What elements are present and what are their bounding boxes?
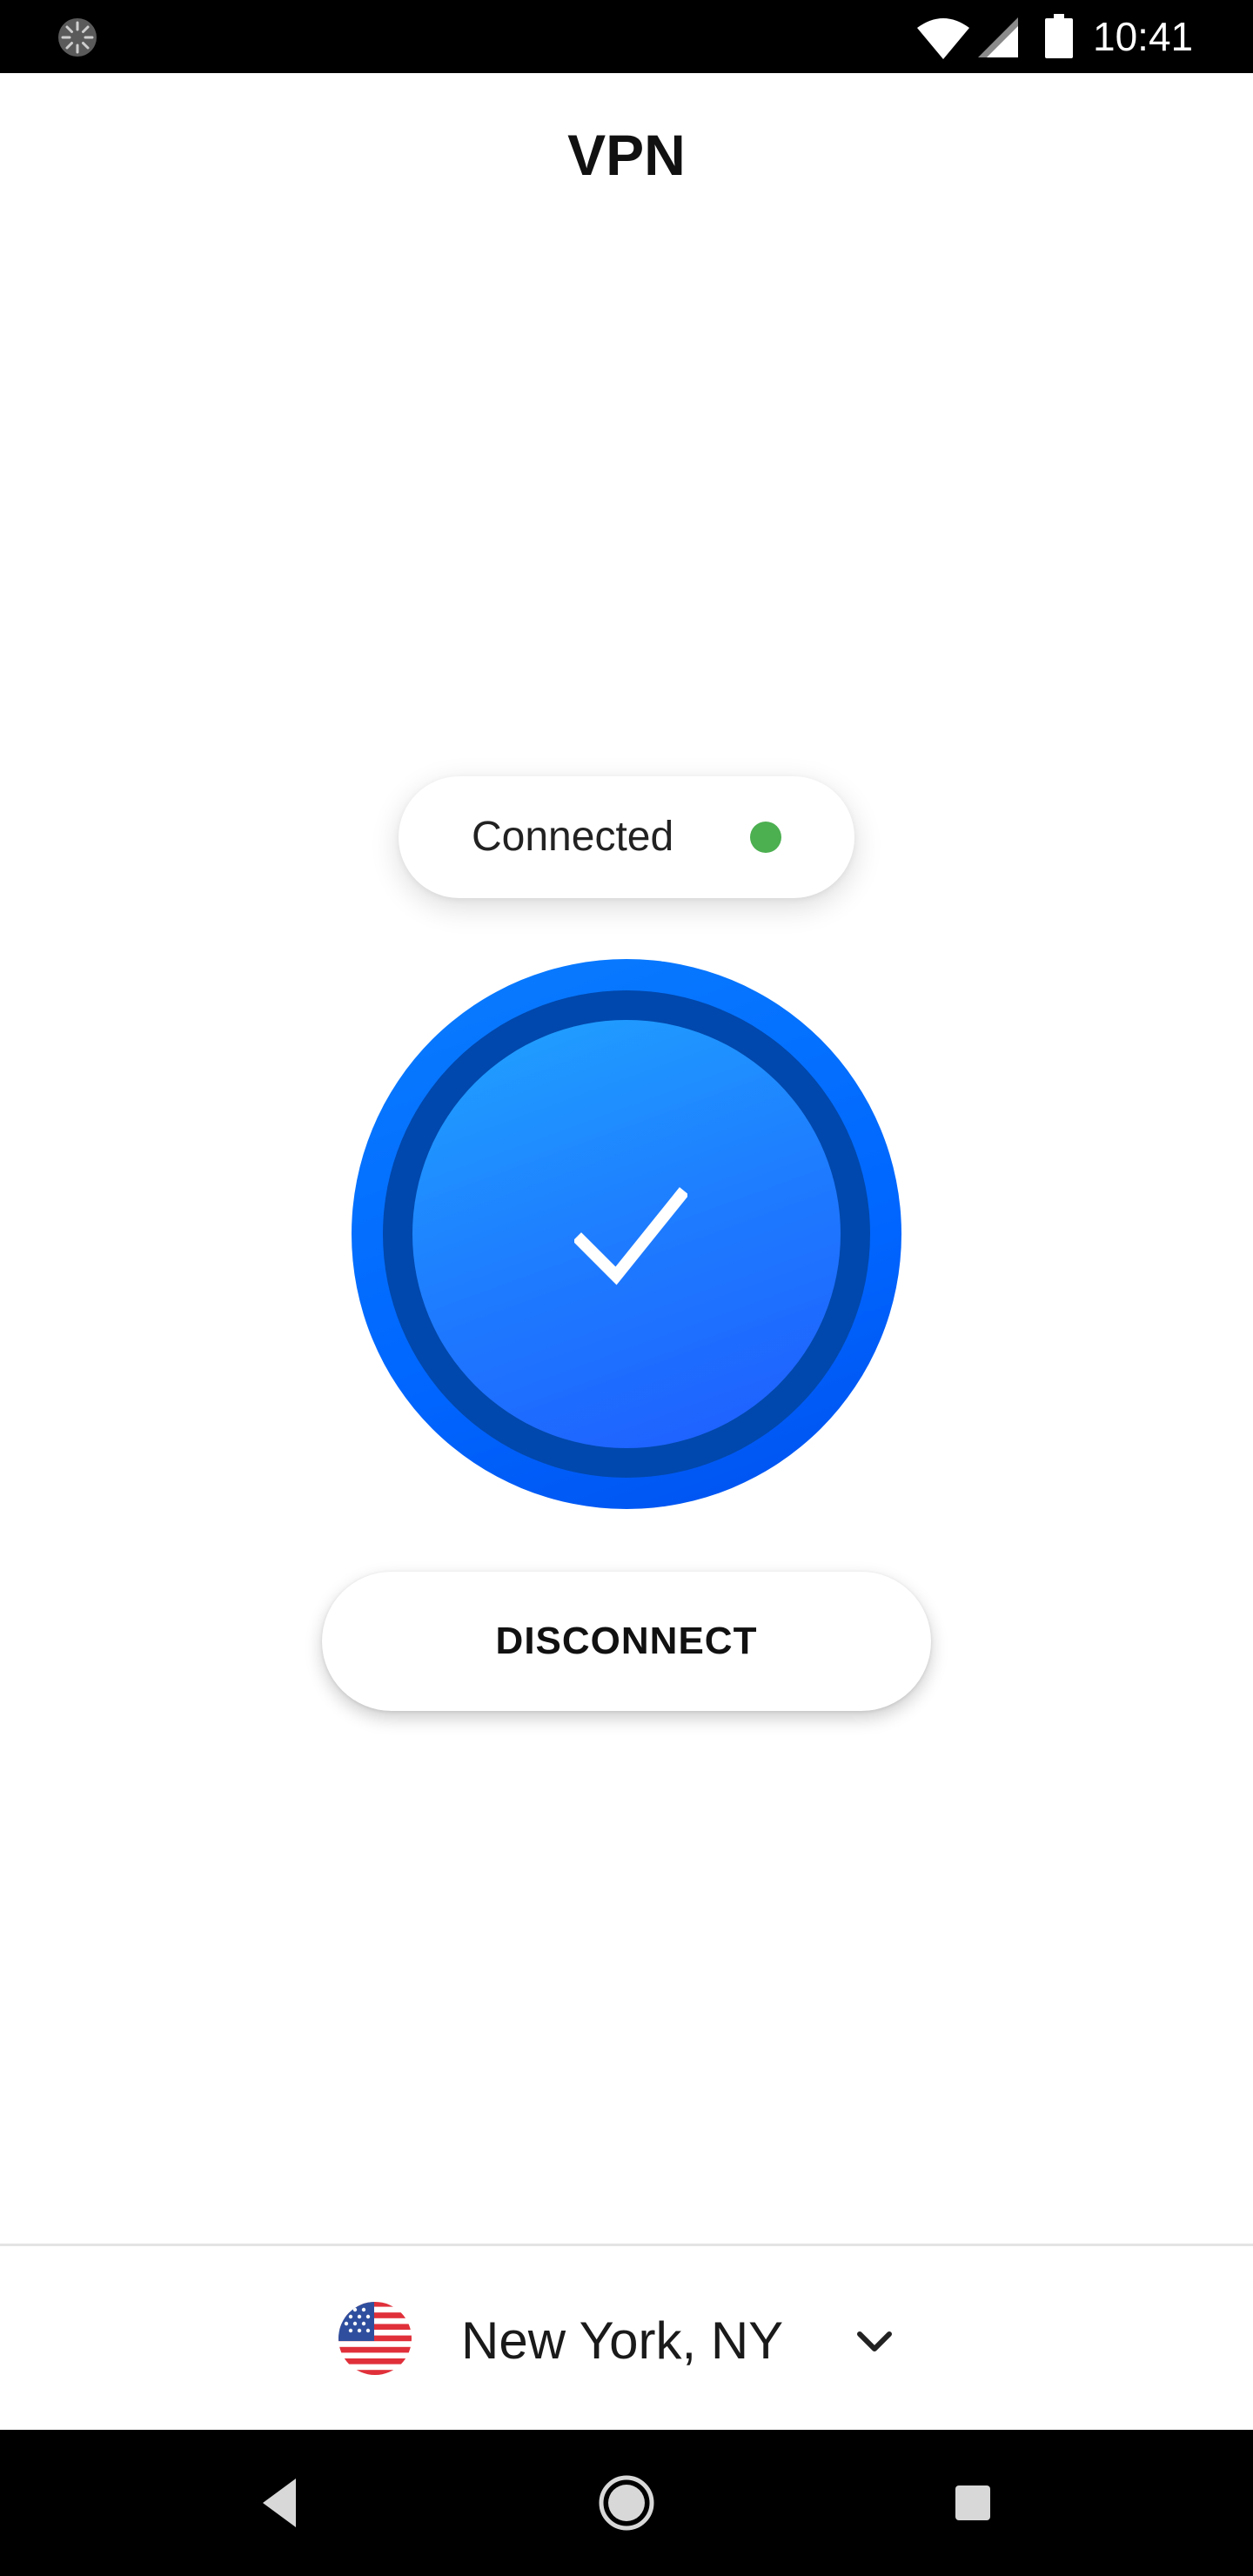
disconnect-button[interactable]: DISCONNECT — [322, 1572, 931, 1711]
status-time: 10:41 — [1093, 14, 1194, 59]
chevron-down-icon[interactable] — [853, 2320, 896, 2364]
back-icon[interactable] — [258, 2475, 301, 2531]
checkmark-icon — [574, 1187, 687, 1285]
cell-signal-icon — [978, 17, 1018, 57]
battery-icon — [1045, 14, 1073, 58]
divider — [0, 2244, 1253, 2246]
location-label: New York, NY — [461, 2311, 784, 2370]
connection-status-pill: Connected — [399, 776, 854, 898]
wifi-icon — [917, 18, 969, 59]
status-indicator-dot — [750, 822, 781, 853]
loading-spinner-icon — [58, 18, 97, 57]
vpn-toggle-ring — [383, 990, 870, 1478]
vpn-toggle-button[interactable] — [352, 959, 901, 1509]
vpn-toggle-core — [412, 1020, 841, 1448]
us-flag-icon — [338, 2302, 412, 2375]
recents-icon[interactable] — [954, 2484, 992, 2522]
home-icon[interactable] — [597, 2473, 656, 2532]
connection-status-label: Connected — [472, 814, 674, 860]
status-bar: 10:41 — [0, 0, 1253, 73]
vpn-screen: 10:41 VPN Connected DISCONNECT New York,… — [0, 0, 1253, 2576]
system-nav-bar — [0, 2430, 1253, 2576]
page-title: VPN — [567, 123, 686, 187]
location-selector[interactable]: New York, NY — [331, 2280, 931, 2402]
